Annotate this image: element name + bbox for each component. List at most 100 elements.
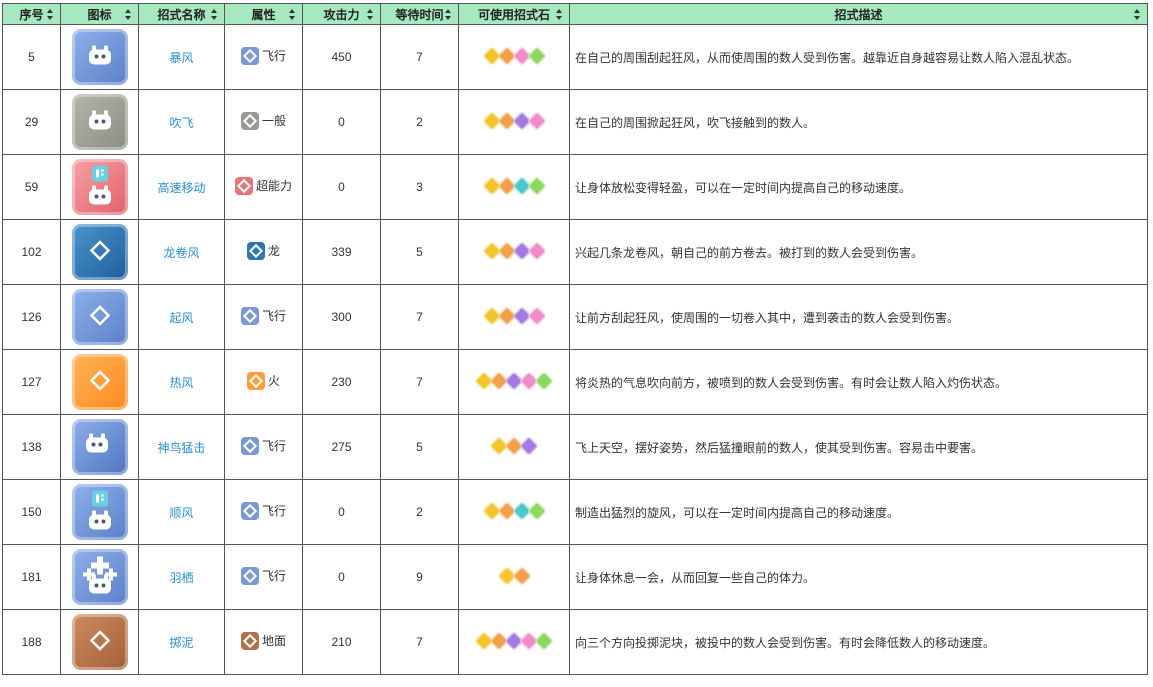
psychic-type-icon bbox=[234, 176, 253, 195]
sort-icon[interactable] bbox=[211, 9, 218, 20]
header-atk[interactable]: 攻击力 bbox=[302, 3, 381, 25]
move-name-link[interactable]: 高速移动 bbox=[157, 181, 205, 195]
wait-cell: 9 bbox=[380, 544, 459, 610]
move-description: 向三个方向投掷泥块，被投中的数人会受到伤害。有时会降低数人的移动速度。 bbox=[575, 635, 996, 650]
stones-cell bbox=[458, 544, 570, 610]
move-stones bbox=[474, 630, 554, 651]
move-stone-pink-icon bbox=[526, 305, 547, 326]
move-stones bbox=[481, 110, 547, 131]
num-cell: 181 bbox=[2, 544, 61, 610]
sort-icon[interactable] bbox=[47, 9, 54, 20]
attr-cell: 飞行 bbox=[224, 414, 303, 480]
attr-label: 火 bbox=[267, 374, 280, 388]
attr-label: 地面 bbox=[261, 634, 286, 648]
header-icon[interactable]: 图标 bbox=[60, 3, 139, 25]
name-cell: 顺风 bbox=[138, 479, 225, 545]
move-description: 将炎热的气息吹向前方，被喷到的数人会受到伤害。有时会让数人陷入灼伤状态。 bbox=[575, 375, 1008, 390]
num-cell: 29 bbox=[2, 89, 61, 155]
move-name-link[interactable]: 热风 bbox=[169, 376, 193, 390]
tailwind-move-icon bbox=[71, 484, 128, 540]
move-description: 兴起几条龙卷风，朝自己的前方卷去。被打到的数人会受到伤害。 bbox=[575, 245, 924, 260]
move-stones bbox=[481, 500, 547, 521]
num-cell: 150 bbox=[2, 479, 61, 545]
table-row: 5 暴风 飞行 450 7 在自己的周围刮起狂风，从而使周围的数人受到伤害。越靠… bbox=[2, 24, 1148, 90]
attr-cell: 一般 bbox=[224, 89, 303, 155]
table-row: 150 顺风 飞行 0 2 制造出猛烈的旋风，可以在一定时间内提高自己的移动速度… bbox=[2, 479, 1148, 545]
sort-icon[interactable] bbox=[1134, 9, 1141, 20]
desc-cell: 制造出猛烈的旋风，可以在一定时间内提高自己的移动速度。 bbox=[569, 479, 1148, 545]
attr-cell: 飞行 bbox=[224, 24, 303, 90]
move-name-link[interactable]: 暴风 bbox=[169, 51, 193, 65]
wait-value: 2 bbox=[416, 115, 423, 129]
name-cell: 龙卷风 bbox=[138, 219, 225, 285]
moves-table: 序号 图标 招式名称 属性 攻击力 等待时间 可使用招式石 招式描述 5 暴风 … bbox=[2, 3, 1148, 675]
move-name-link[interactable]: 龙卷风 bbox=[163, 246, 199, 260]
move-number: 5 bbox=[28, 50, 35, 64]
sky-attack-move-icon bbox=[71, 419, 128, 475]
move-name-link[interactable]: 起风 bbox=[169, 311, 193, 325]
sort-icon[interactable] bbox=[556, 9, 563, 20]
name-cell: 高速移动 bbox=[138, 154, 225, 220]
desc-cell: 将炎热的气息吹向前方，被喷到的数人会受到伤害。有时会让数人陷入灼伤状态。 bbox=[569, 349, 1148, 415]
desc-cell: 让前方刮起狂风，使周围的一切卷入其中，遭到袭击的数人会受到伤害。 bbox=[569, 284, 1148, 350]
icon-cell bbox=[60, 219, 139, 285]
wait-value: 3 bbox=[416, 180, 423, 194]
header-wait[interactable]: 等待时间 bbox=[380, 3, 459, 25]
atk-cell: 0 bbox=[302, 154, 381, 220]
attr-label: 龙 bbox=[267, 244, 280, 258]
ground-type-icon bbox=[240, 631, 259, 650]
flying-type-icon bbox=[240, 306, 259, 325]
move-description: 制造出猛烈的旋风，可以在一定时间内提高自己的移动速度。 bbox=[575, 505, 900, 520]
move-description: 让身体放松变得轻盈，可以在一定时间内提高自己的移动速度。 bbox=[575, 180, 912, 195]
move-name-link[interactable]: 吹飞 bbox=[169, 116, 193, 130]
header-name[interactable]: 招式名称 bbox=[138, 3, 225, 25]
gale-move-icon bbox=[71, 29, 128, 85]
icon-cell bbox=[60, 479, 139, 545]
atk-cell: 300 bbox=[302, 284, 381, 350]
header-desc[interactable]: 招式描述 bbox=[569, 3, 1148, 25]
sort-icon[interactable] bbox=[445, 9, 452, 20]
desc-cell: 让身体放松变得轻盈，可以在一定时间内提高自己的移动速度。 bbox=[569, 154, 1148, 220]
sort-icon[interactable] bbox=[367, 9, 374, 20]
flying-type-icon bbox=[240, 501, 259, 520]
table-body: 5 暴风 飞行 450 7 在自己的周围刮起狂风，从而使周围的数人受到伤害。越靠… bbox=[2, 24, 1148, 675]
heat-wave-move-icon bbox=[71, 354, 128, 410]
header-stones[interactable]: 可使用招式石 bbox=[458, 3, 570, 25]
stones-cell bbox=[458, 24, 570, 90]
sort-icon[interactable] bbox=[289, 9, 296, 20]
move-name-link[interactable]: 羽栖 bbox=[169, 571, 193, 585]
move-name-link[interactable]: 神鸟猛击 bbox=[157, 441, 205, 455]
move-stone-pink-icon bbox=[526, 240, 547, 261]
attr-cell: 飞行 bbox=[224, 544, 303, 610]
move-number: 150 bbox=[21, 505, 42, 519]
num-cell: 126 bbox=[2, 284, 61, 350]
atk-cell: 0 bbox=[302, 479, 381, 545]
attack-value: 0 bbox=[338, 115, 345, 129]
icon-cell bbox=[60, 349, 139, 415]
num-cell: 102 bbox=[2, 219, 61, 285]
move-stone-green-icon bbox=[534, 630, 554, 651]
attr-cell: 地面 bbox=[224, 609, 303, 675]
wait-value: 2 bbox=[416, 505, 423, 519]
attr-label: 飞行 bbox=[261, 49, 286, 63]
name-cell: 掷泥 bbox=[138, 609, 225, 675]
move-name-link[interactable]: 掷泥 bbox=[169, 636, 193, 650]
move-number: 102 bbox=[21, 245, 42, 259]
attr-cell: 火 bbox=[224, 349, 303, 415]
desc-cell: 在自己的周围掀起狂风，吹飞接触到的数人。 bbox=[569, 89, 1148, 155]
header-num[interactable]: 序号 bbox=[2, 3, 61, 25]
wait-cell: 2 bbox=[380, 89, 459, 155]
stones-cell bbox=[458, 154, 570, 220]
move-name-link[interactable]: 顺风 bbox=[169, 506, 193, 520]
attack-value: 210 bbox=[331, 635, 352, 649]
attack-value: 275 bbox=[331, 440, 352, 454]
sort-icon[interactable] bbox=[125, 9, 132, 20]
name-cell: 吹飞 bbox=[138, 89, 225, 155]
attr-label: 飞行 bbox=[261, 504, 286, 518]
attack-value: 230 bbox=[331, 375, 352, 389]
header-attr[interactable]: 属性 bbox=[224, 3, 303, 25]
move-stone-green-icon bbox=[526, 45, 547, 66]
desc-cell: 飞上天空，摆好姿势，然后猛撞眼前的数人，使其受到伤害。容易击中要害。 bbox=[569, 414, 1148, 480]
wait-cell: 5 bbox=[380, 414, 459, 480]
stones-cell bbox=[458, 89, 570, 155]
